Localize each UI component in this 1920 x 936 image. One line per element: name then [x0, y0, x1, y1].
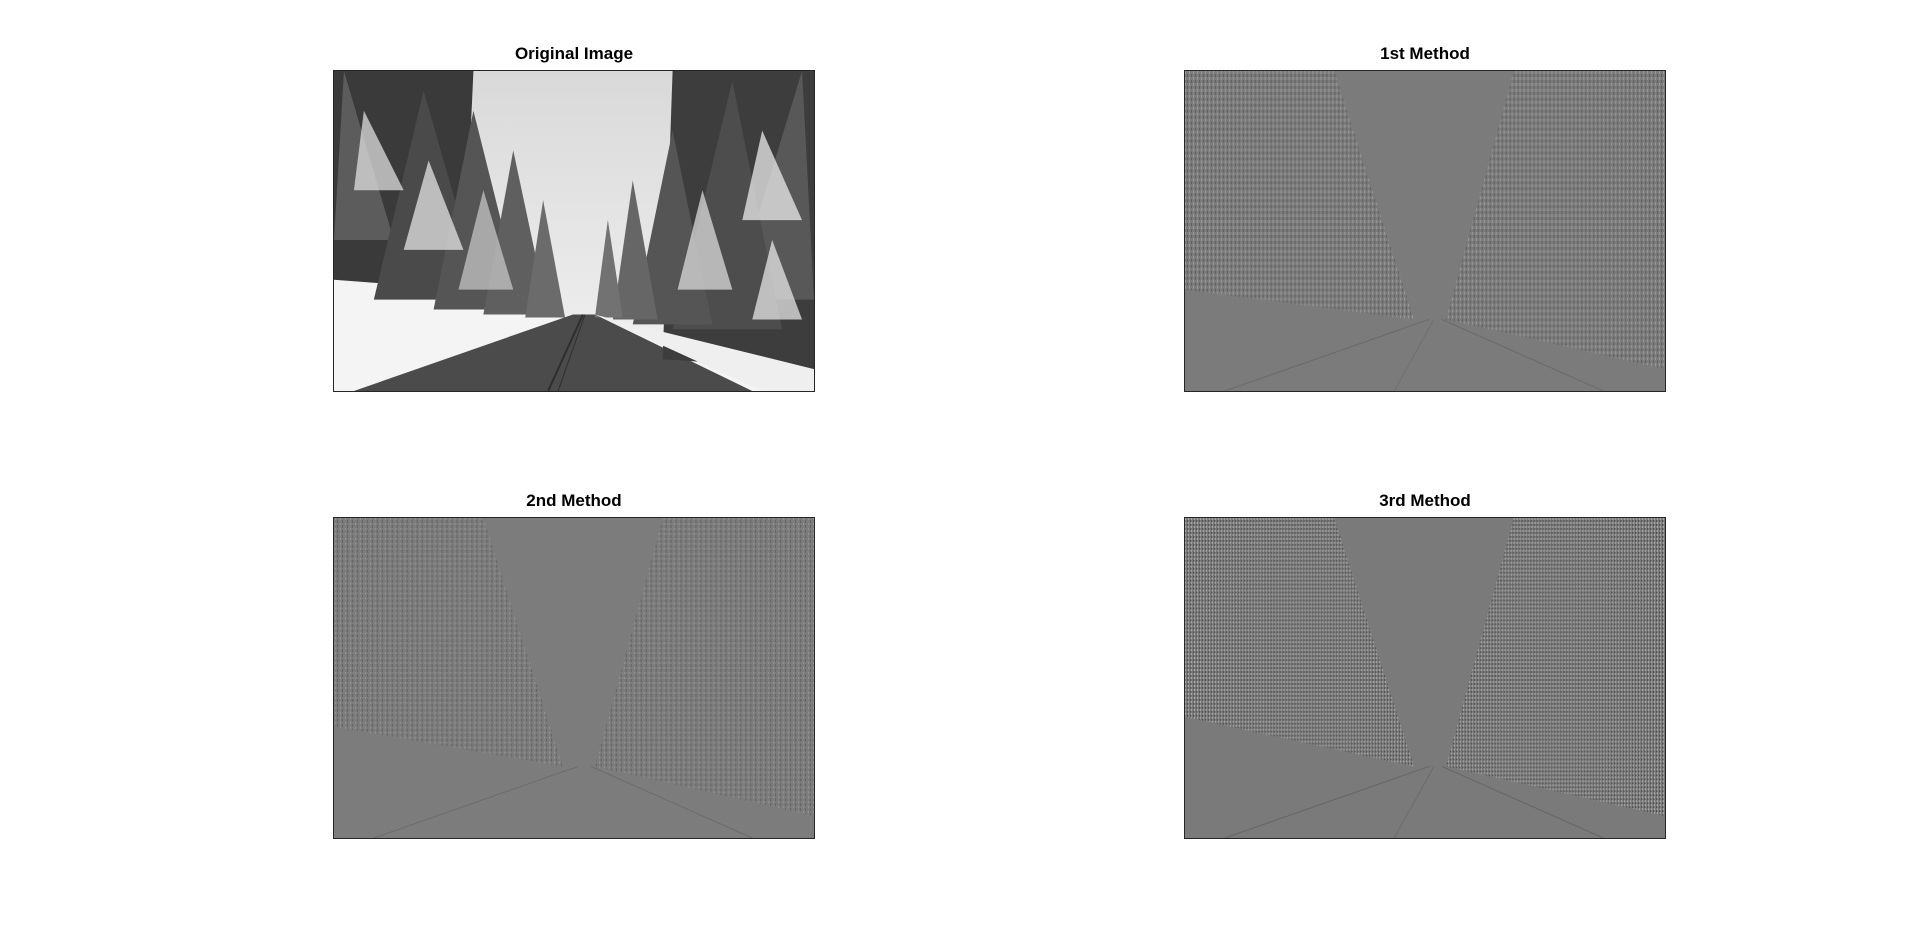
method-1-image: [1184, 70, 1666, 392]
panel-title-method-1: 1st Method: [1380, 44, 1470, 63]
panel-method-2: 2nd Method: [333, 491, 815, 841]
panel-title-method-3: 3rd Method: [1379, 491, 1471, 510]
method-2-image-graphic: [334, 518, 814, 838]
method-3-image: [1184, 517, 1666, 839]
method-1-image-graphic: [1185, 71, 1665, 391]
method-2-image: [333, 517, 815, 839]
original-image-graphic: [334, 71, 814, 391]
figure-window: Original Image 1st Method 2nd Method 3rd…: [0, 0, 1920, 936]
panel-method-1: 1st Method: [1184, 44, 1666, 394]
panel-title-original: Original Image: [514, 44, 634, 63]
method-3-image-graphic: [1185, 518, 1665, 838]
panel-original: Original Image: [333, 44, 815, 394]
panel-title-method-2: 2nd Method: [526, 491, 622, 510]
panel-method-3: 3rd Method: [1184, 491, 1666, 841]
original-image: [333, 70, 815, 392]
